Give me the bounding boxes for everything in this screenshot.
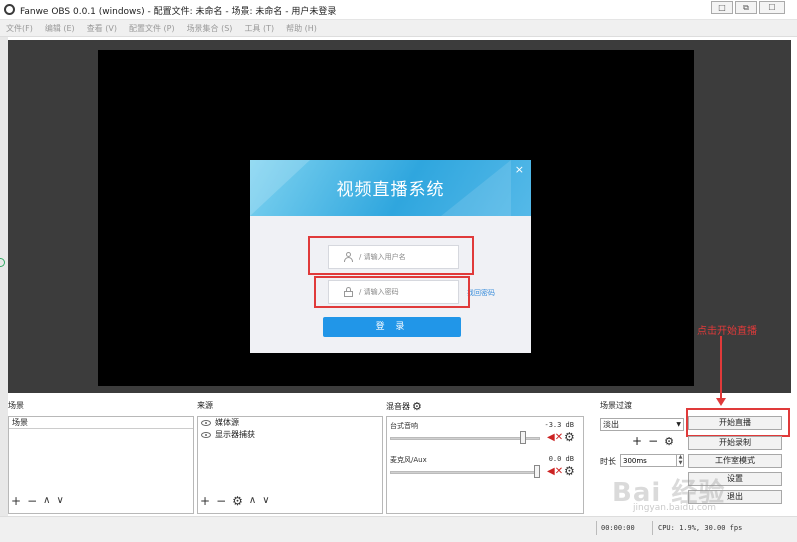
arrow-down-icon xyxy=(716,398,726,406)
channel-name: 台式音响 xyxy=(390,422,418,430)
status-time: 00:00:00 xyxy=(601,524,635,532)
obs-logo-icon xyxy=(4,4,15,15)
volume-slider[interactable] xyxy=(390,437,540,440)
gear-icon[interactable]: ⚙ xyxy=(564,464,575,478)
channel-db: -3.3 dB xyxy=(544,421,574,429)
annotation-arrow xyxy=(720,336,722,401)
source-name: 媒体源 xyxy=(215,418,239,427)
duration-stepper[interactable]: ▲ ▼ xyxy=(676,454,684,467)
chevron-down-icon: ▼ xyxy=(676,421,681,428)
volume-slider-handle[interactable] xyxy=(520,431,526,444)
channel-db: 0.0 dB xyxy=(548,455,574,463)
list-item[interactable]: 场景 xyxy=(9,417,193,429)
volume-slider[interactable] xyxy=(390,471,540,474)
eye-icon[interactable] xyxy=(201,431,211,438)
menu-view[interactable]: 查看 (V) xyxy=(87,20,117,36)
login-close-icon[interactable]: × xyxy=(515,163,524,176)
source-name: 显示器捕获 xyxy=(215,430,255,439)
gear-icon[interactable]: ⚙ xyxy=(412,400,422,413)
left-edge xyxy=(0,37,8,542)
sources-toolbar: + − ⚙ ∧ ∨ xyxy=(200,495,276,507)
highlight-password xyxy=(314,276,470,308)
move-down-icon[interactable]: ∨ xyxy=(56,495,63,507)
window-title: Fanwe OBS 0.0.1 (windows) - 配置文件: 未命名 - … xyxy=(20,7,337,17)
menu-bar: 文件(F) 编辑 (E) 查看 (V) 配置文件 (P) 场景集合 (S) 工具… xyxy=(0,20,797,37)
add-icon[interactable]: + xyxy=(11,495,21,507)
menu-edit[interactable]: 编辑 (E) xyxy=(45,20,75,36)
duration-input[interactable] xyxy=(620,454,684,467)
title-bar: Fanwe OBS 0.0.1 (windows) - 配置文件: 未命名 - … xyxy=(0,0,797,20)
mixer-title: 混音器 ⚙ xyxy=(386,400,422,413)
transition-select[interactable]: 淡出 ▼ xyxy=(600,418,684,431)
minimize-button[interactable]: □ xyxy=(711,1,733,14)
menu-file[interactable]: 文件(F) xyxy=(6,20,33,36)
login-submit-button[interactable]: 登 录 xyxy=(323,317,461,337)
muted-speaker-icon[interactable]: ◀✕ xyxy=(547,432,563,443)
login-title: 视频直播系统 xyxy=(336,180,445,200)
transitions-title: 场景过渡 xyxy=(600,401,632,410)
menu-help[interactable]: 帮助 (H) xyxy=(286,20,317,36)
menu-scene-collection[interactable]: 场景集合 (S) xyxy=(187,20,233,36)
start-record-button[interactable]: 开始录制 xyxy=(688,436,782,450)
list-item[interactable]: 媒体源 xyxy=(198,417,382,429)
status-bar: 00:00:00 CPU: 1.9%, 30.00 fps xyxy=(0,516,797,542)
volume-slider-handle[interactable] xyxy=(534,465,540,478)
mixer-title-text: 混音器 xyxy=(386,402,410,411)
annotation-text: 点击开始直播 xyxy=(697,326,757,337)
gear-icon[interactable]: ⚙ xyxy=(664,435,674,448)
channel-name: 麦克风/Aux xyxy=(390,456,427,464)
scenes-dock: 场景 场景 + − ∧ ∨ xyxy=(8,396,194,516)
mixer-channel: 台式音响 -3.3 dB ◀✕ ⚙ xyxy=(390,419,580,453)
sources-list[interactable]: 媒体源 显示器捕获 + − ⚙ ∧ ∨ xyxy=(197,416,383,514)
sources-dock: 来源 媒体源 显示器捕获 + − ⚙ ∧ ∨ xyxy=(197,396,383,516)
gear-icon[interactable]: ⚙ xyxy=(232,495,243,507)
maximize-button[interactable]: ⧉ xyxy=(735,1,757,14)
transition-selected: 淡出 xyxy=(603,420,619,429)
move-down-icon[interactable]: ∨ xyxy=(262,495,269,507)
scenes-toolbar: + − ∧ ∨ xyxy=(11,495,70,507)
eye-icon[interactable] xyxy=(201,419,211,426)
sources-title: 来源 xyxy=(197,401,213,410)
mixer-channel: 麦克风/Aux 0.0 dB ◀✕ ⚙ xyxy=(390,453,580,487)
login-header: 视频直播系统 × xyxy=(250,160,531,216)
muted-speaker-icon[interactable]: ◀✕ xyxy=(547,466,563,477)
list-item[interactable]: 显示器捕获 xyxy=(198,429,382,441)
studio-mode-button[interactable]: 工作室模式 xyxy=(688,454,782,468)
scenes-title: 场景 xyxy=(8,401,24,410)
transition-toolbar: + − ⚙ xyxy=(632,434,680,448)
add-icon[interactable]: + xyxy=(632,434,642,448)
status-cpu: CPU: 1.9%, 30.00 fps xyxy=(658,524,743,532)
mixer-panel: 台式音响 -3.3 dB ◀✕ ⚙ 麦克风/Aux 0.0 dB ◀✕ ⚙ xyxy=(386,416,584,514)
move-up-icon[interactable]: ∧ xyxy=(249,495,256,507)
close-button[interactable]: ☐ xyxy=(759,1,785,14)
remove-icon[interactable]: − xyxy=(648,434,658,448)
status-divider xyxy=(652,521,653,535)
gear-icon[interactable]: ⚙ xyxy=(564,430,575,444)
status-divider xyxy=(596,521,597,535)
move-up-icon[interactable]: ∧ xyxy=(43,495,50,507)
scenes-list[interactable]: 场景 + − ∧ ∨ xyxy=(8,416,194,514)
start-stream-button[interactable]: 开始直播 xyxy=(688,416,782,430)
remove-icon[interactable]: − xyxy=(27,495,37,507)
window-controls: □ ⧉ ☐ xyxy=(709,1,785,14)
mixer-dock: 混音器 ⚙ 台式音响 -3.3 dB ◀✕ ⚙ 麦克风/Aux 0.0 dB ◀✕… xyxy=(386,396,584,516)
add-icon[interactable]: + xyxy=(200,495,210,507)
watermark-url: jingyan.baidu.com xyxy=(633,503,717,513)
menu-tools[interactable]: 工具 (T) xyxy=(244,20,274,36)
duration-label: 时长 xyxy=(600,457,616,466)
menu-profile[interactable]: 配置文件 (P) xyxy=(129,20,175,36)
remove-icon[interactable]: − xyxy=(216,495,226,507)
highlight-username xyxy=(308,236,474,275)
forgot-password-link[interactable]: 找回密码 xyxy=(467,288,495,298)
